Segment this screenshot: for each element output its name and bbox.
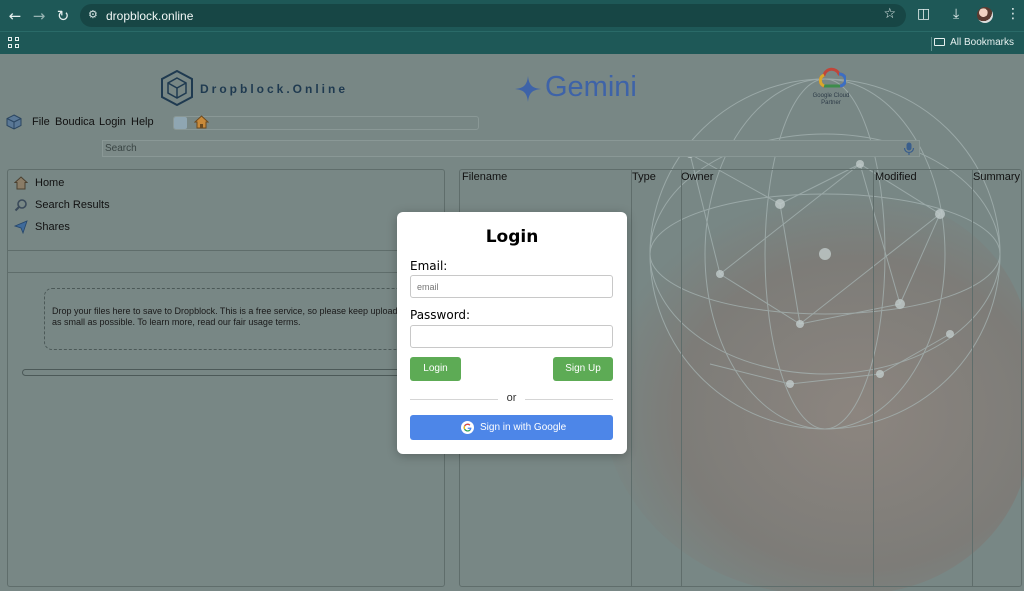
app-cube-icon[interactable]: [6, 114, 22, 130]
search-input[interactable]: [105, 142, 885, 155]
extensions-icon[interactable]: ◫: [917, 6, 930, 22]
toolbar-button[interactable]: [174, 117, 187, 129]
url-text[interactable]: dropblock.online: [106, 9, 193, 23]
column-divider[interactable]: [873, 170, 874, 586]
google-g-icon: [461, 421, 474, 434]
home-icon: [14, 176, 28, 190]
password-label: Password:: [410, 308, 471, 322]
sidebar-item-label: Shares: [35, 221, 70, 233]
menu-file[interactable]: File: [32, 116, 50, 128]
column-divider[interactable]: [972, 170, 973, 586]
column-divider[interactable]: [681, 170, 682, 586]
google-cloud-logo-icon: [818, 67, 846, 88]
reload-icon[interactable]: ↻: [53, 6, 73, 26]
panel-divider: [8, 250, 444, 251]
google-cloud-partner-text: Google Cloud Partner: [812, 93, 850, 106]
forward-arrow-icon[interactable]: →: [29, 6, 49, 26]
column-divider[interactable]: [631, 170, 632, 586]
google-button-label: Sign in with Google: [480, 422, 567, 433]
email-field[interactable]: [410, 275, 613, 298]
address-bar[interactable]: ⚙ dropblock.online ☆: [80, 4, 906, 27]
panel-divider: [8, 272, 444, 273]
google-sign-in-button[interactable]: Sign in with Google: [410, 415, 613, 440]
search-bar: [102, 140, 920, 157]
dropblock-logo-icon: [161, 70, 193, 106]
login-dialog: Login Email: Password: Login Sign Up or …: [397, 212, 627, 454]
dropblock-wordmark: Dropblock.Online: [200, 82, 349, 96]
password-field[interactable]: [410, 325, 613, 348]
browser-toolbar: ← → ↻ ⚙ dropblock.online ☆ ◫ ⤓ ⋮: [0, 0, 1024, 31]
gemini-wordmark: Gemini: [545, 71, 637, 103]
or-divider: or: [410, 392, 613, 406]
profile-avatar[interactable]: [977, 7, 993, 23]
bookmarks-divider: [931, 37, 932, 51]
back-arrow-icon[interactable]: ←: [5, 6, 25, 26]
breadcrumb-bar: [173, 116, 479, 130]
login-button[interactable]: Login: [410, 357, 461, 381]
column-header-owner[interactable]: Owner: [681, 171, 713, 183]
email-label: Email:: [410, 259, 448, 273]
column-header-filename[interactable]: Filename: [462, 171, 507, 183]
more-menu-icon[interactable]: ⋮: [1006, 6, 1020, 22]
magnifier-icon: [14, 199, 27, 212]
site-settings-icon[interactable]: ⚙: [88, 8, 98, 21]
or-text: or: [506, 392, 517, 404]
all-bookmarks-label: All Bookmarks: [950, 37, 1014, 48]
paper-plane-icon: [14, 220, 28, 234]
gemini-star-icon: [515, 76, 541, 102]
menu-login[interactable]: Login: [99, 116, 126, 128]
sidebar-item-label: Search Results: [35, 199, 110, 211]
menu-help[interactable]: Help: [131, 116, 154, 128]
upload-progress-bar: [22, 369, 404, 376]
microphone-icon[interactable]: [903, 142, 915, 156]
divider-line: [525, 399, 613, 400]
folder-icon: [934, 38, 946, 46]
navigation-panel: Home Search Results Shares Drop your fil…: [7, 169, 445, 587]
menu-boudica[interactable]: Boudica: [55, 116, 95, 128]
bookmark-star-icon[interactable]: ☆: [883, 6, 896, 22]
column-header-type[interactable]: Type: [632, 171, 656, 183]
column-header-summary[interactable]: Summary: [973, 171, 1020, 183]
home-icon[interactable]: [194, 115, 209, 129]
login-title: Login: [485, 227, 539, 247]
bookmarks-bar: All Bookmarks: [0, 31, 1024, 54]
column-header-modified[interactable]: Modified: [875, 171, 917, 183]
file-drop-zone[interactable]: Drop your files here to save to Dropbloc…: [44, 288, 404, 350]
sidebar-item-label: Home: [35, 177, 65, 189]
all-bookmarks-button[interactable]: All Bookmarks: [934, 37, 1014, 48]
sign-up-button[interactable]: Sign Up: [553, 357, 613, 381]
apps-grid-icon[interactable]: [8, 37, 19, 48]
download-icon[interactable]: ⤓: [953, 6, 959, 22]
